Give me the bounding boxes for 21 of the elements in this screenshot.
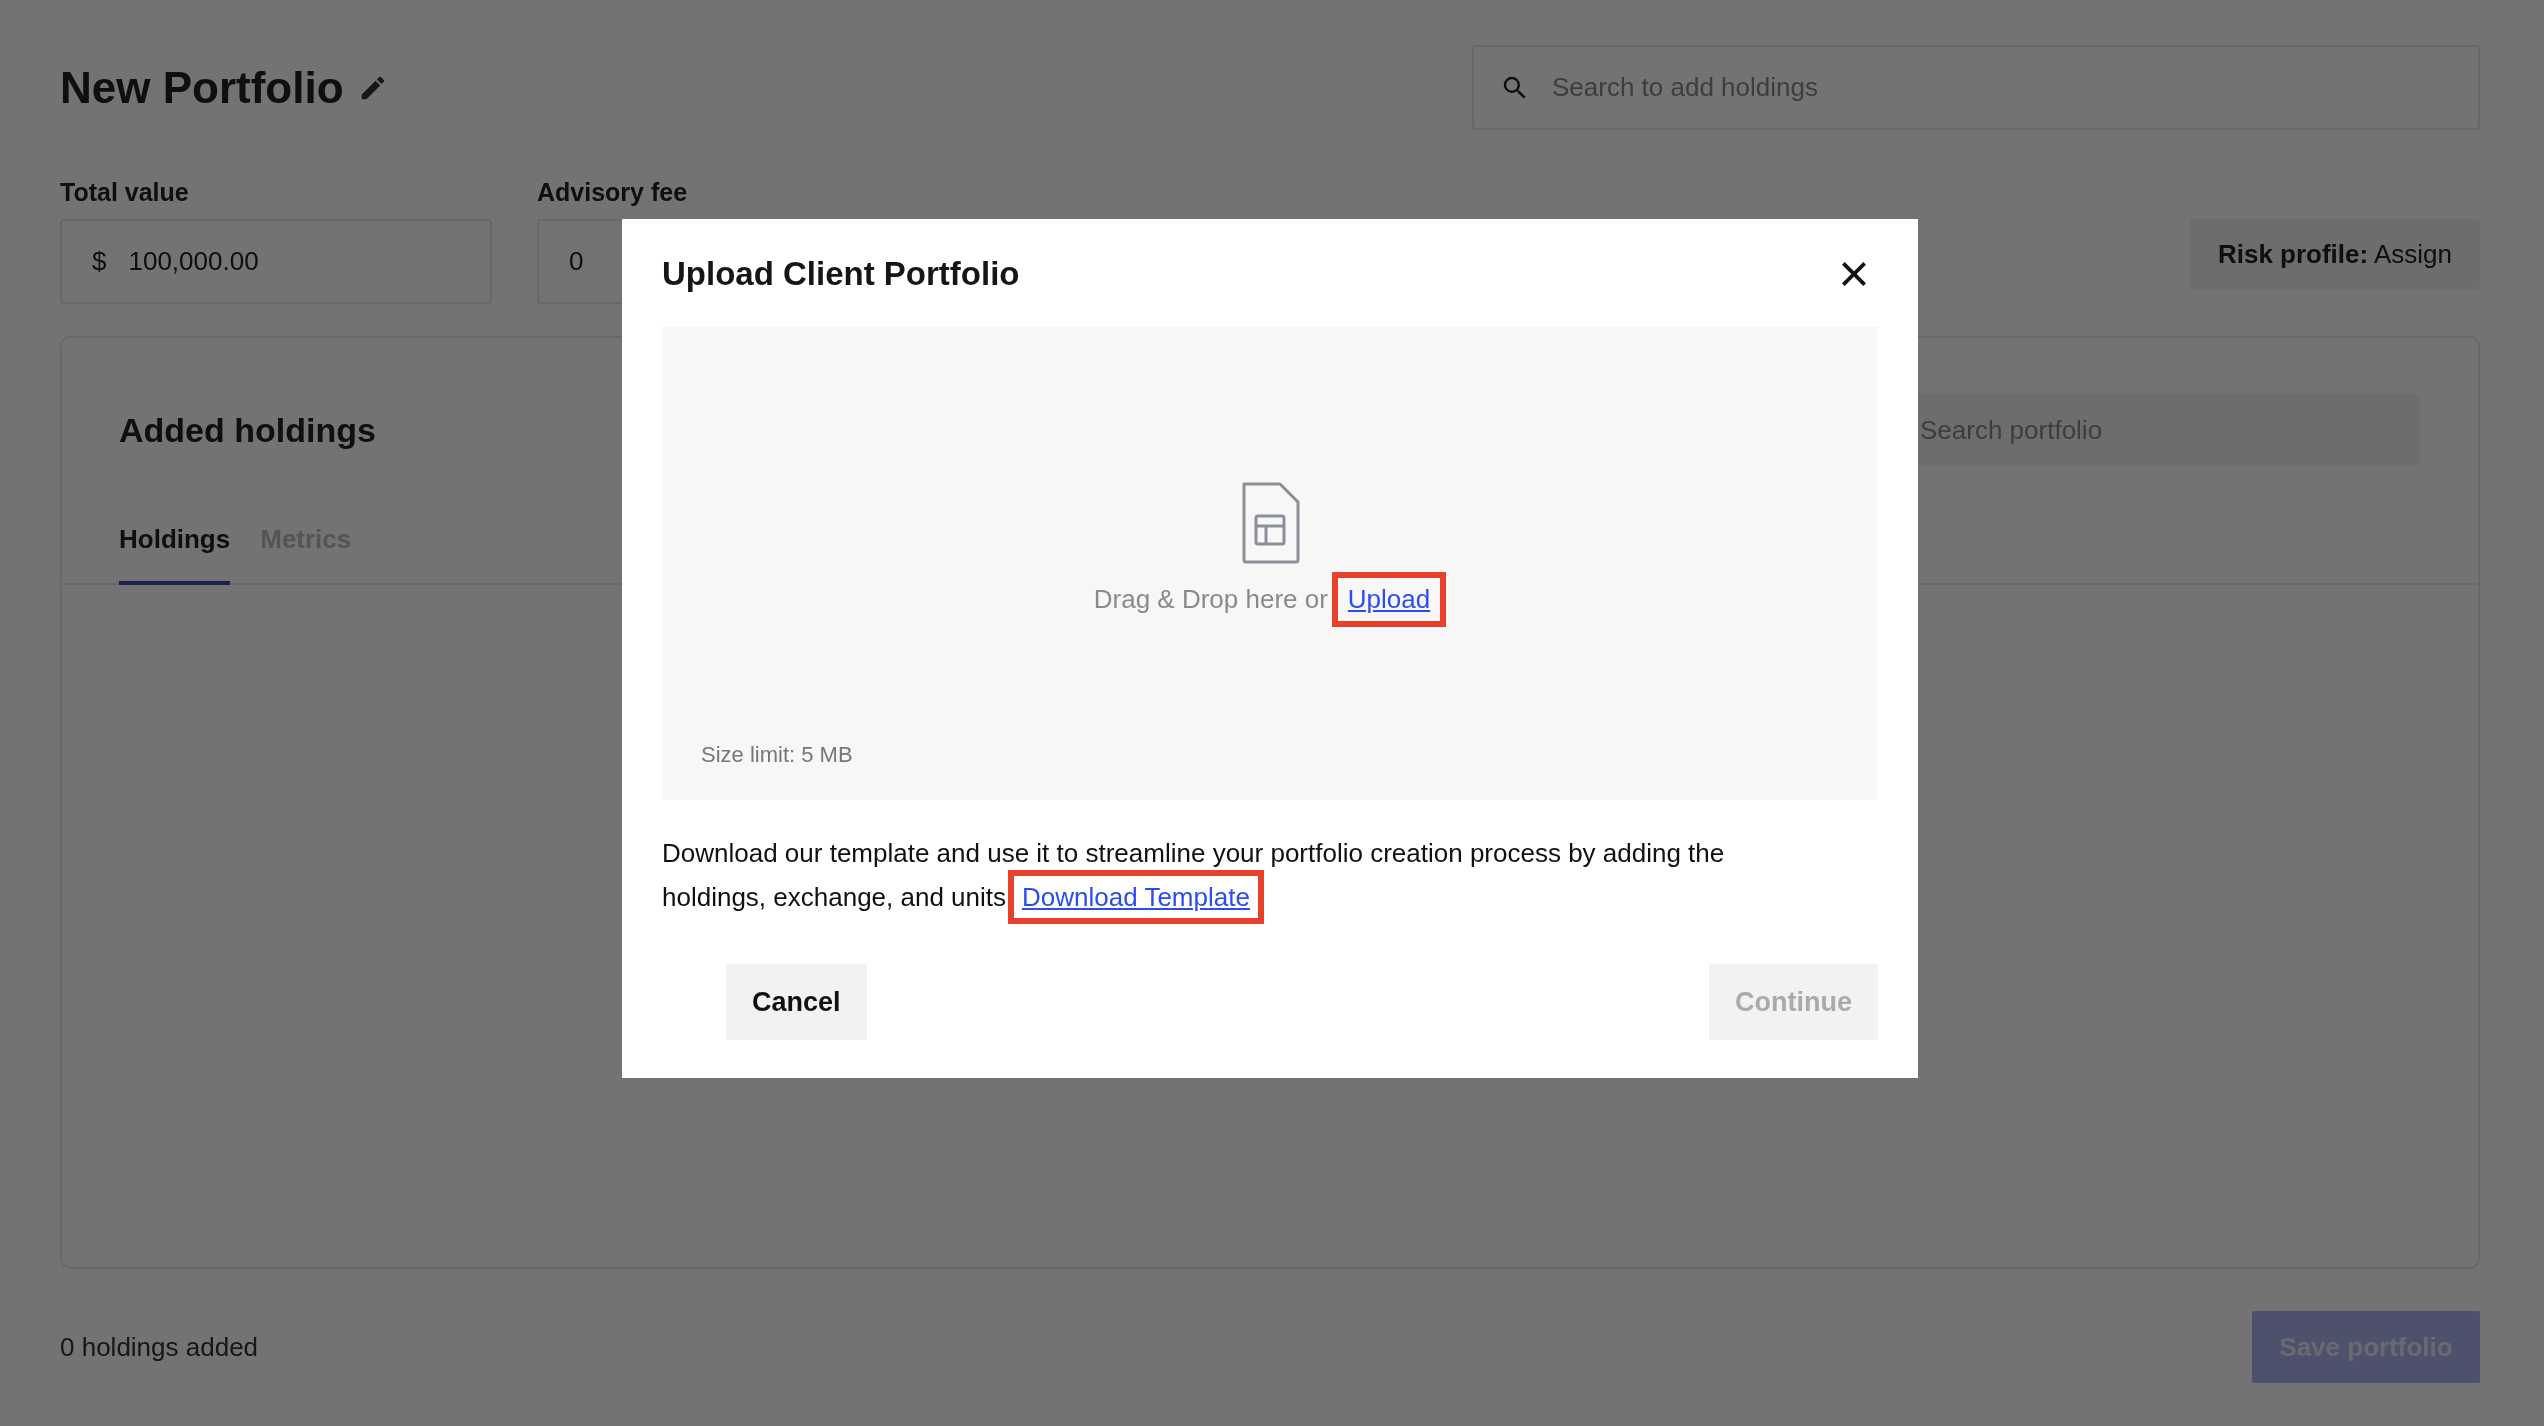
size-limit: Size limit: 5 MB: [701, 742, 853, 768]
section-title: Added holdings: [119, 410, 376, 450]
field-label: Total value: [60, 178, 190, 207]
risk-profile-button[interactable]: Risk profile: Assign: [2189, 219, 2480, 290]
holdings-count: 0 holdings added: [60, 1331, 259, 1363]
upload-link[interactable]: Upload: [1347, 584, 1431, 614]
currency-symbol: $: [92, 246, 107, 277]
cancel-button[interactable]: Cancel: [726, 964, 867, 1040]
download-template-link[interactable]: Download Template: [1022, 882, 1250, 912]
template-description: Download our template and use it to streamline your portfolio creation process by adding the holdings, exchange, and units Download Template: [662, 836, 1772, 924]
dialog-title: Upload Client Portfolio: [662, 255, 1020, 293]
spreadsheet-file-icon: [1240, 482, 1300, 564]
field-value: 0: [569, 246, 584, 277]
page-title: New Portfolio: [60, 62, 344, 113]
drop-prompt: Drag & Drop here or: [1093, 584, 1328, 615]
drop-zone[interactable]: Drag & Drop here or Upload Size limit: 5 MB: [662, 327, 1878, 800]
tab[interactable]: Holdings: [119, 524, 231, 585]
input-field[interactable]: $ 100,000.00: [60, 219, 492, 304]
field-label: Advisory fee: [537, 178, 689, 207]
close-icon[interactable]: [1840, 260, 1868, 288]
field-value: 100,000.00: [128, 246, 259, 277]
